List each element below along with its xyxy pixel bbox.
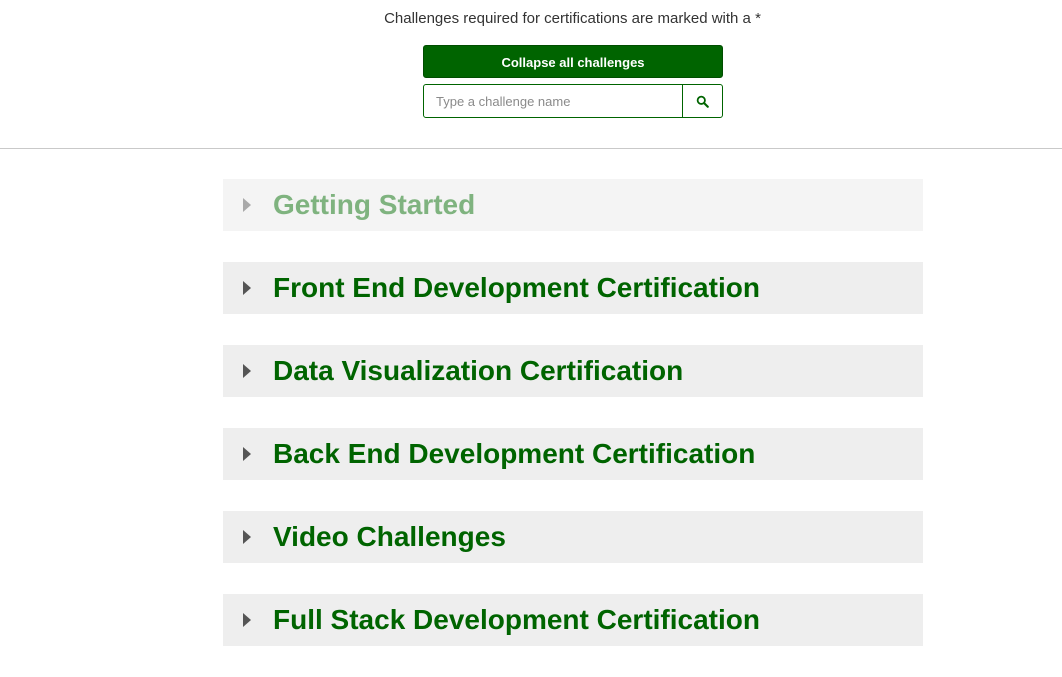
block-back-end-development-certification[interactable]: Back End Development Certification <box>223 428 923 480</box>
block-video-challenges[interactable]: Video Challenges <box>223 511 923 563</box>
search-button[interactable] <box>682 85 722 117</box>
search-icon <box>696 95 709 108</box>
challenge-search <box>423 84 723 118</box>
map-header: Challenges required for certifications a… <box>0 0 1062 149</box>
caret-right-icon <box>243 281 251 295</box>
block-title: Video Challenges <box>273 521 506 552</box>
collapse-all-button[interactable]: Collapse all challenges <box>423 45 723 78</box>
block-data-visualization-certification[interactable]: Data Visualization Certification <box>223 345 923 397</box>
block-title: Back End Development Certification <box>273 438 756 469</box>
caret-right-icon <box>243 613 251 627</box>
block-full-stack-development-certification[interactable]: Full Stack Development Certification <box>223 594 923 646</box>
block-title: Getting Started <box>273 189 476 220</box>
block-getting-started[interactable]: Getting Started <box>223 179 923 231</box>
block-title: Data Visualization Certification <box>273 355 684 386</box>
caret-right-icon <box>243 447 251 461</box>
block-front-end-development-certification[interactable]: Front End Development Certification <box>223 262 923 314</box>
search-input[interactable] <box>424 85 682 117</box>
caret-right-icon <box>243 364 251 378</box>
caret-right-icon <box>243 530 251 544</box>
block-title: Full Stack Development Certification <box>273 604 760 635</box>
caret-right-icon <box>243 198 251 212</box>
certification-notice: Challenges required for certifications a… <box>384 10 761 27</box>
challenge-block-list: Getting Started Front End Development Ce… <box>223 179 923 677</box>
block-title: Front End Development Certification <box>273 272 760 303</box>
